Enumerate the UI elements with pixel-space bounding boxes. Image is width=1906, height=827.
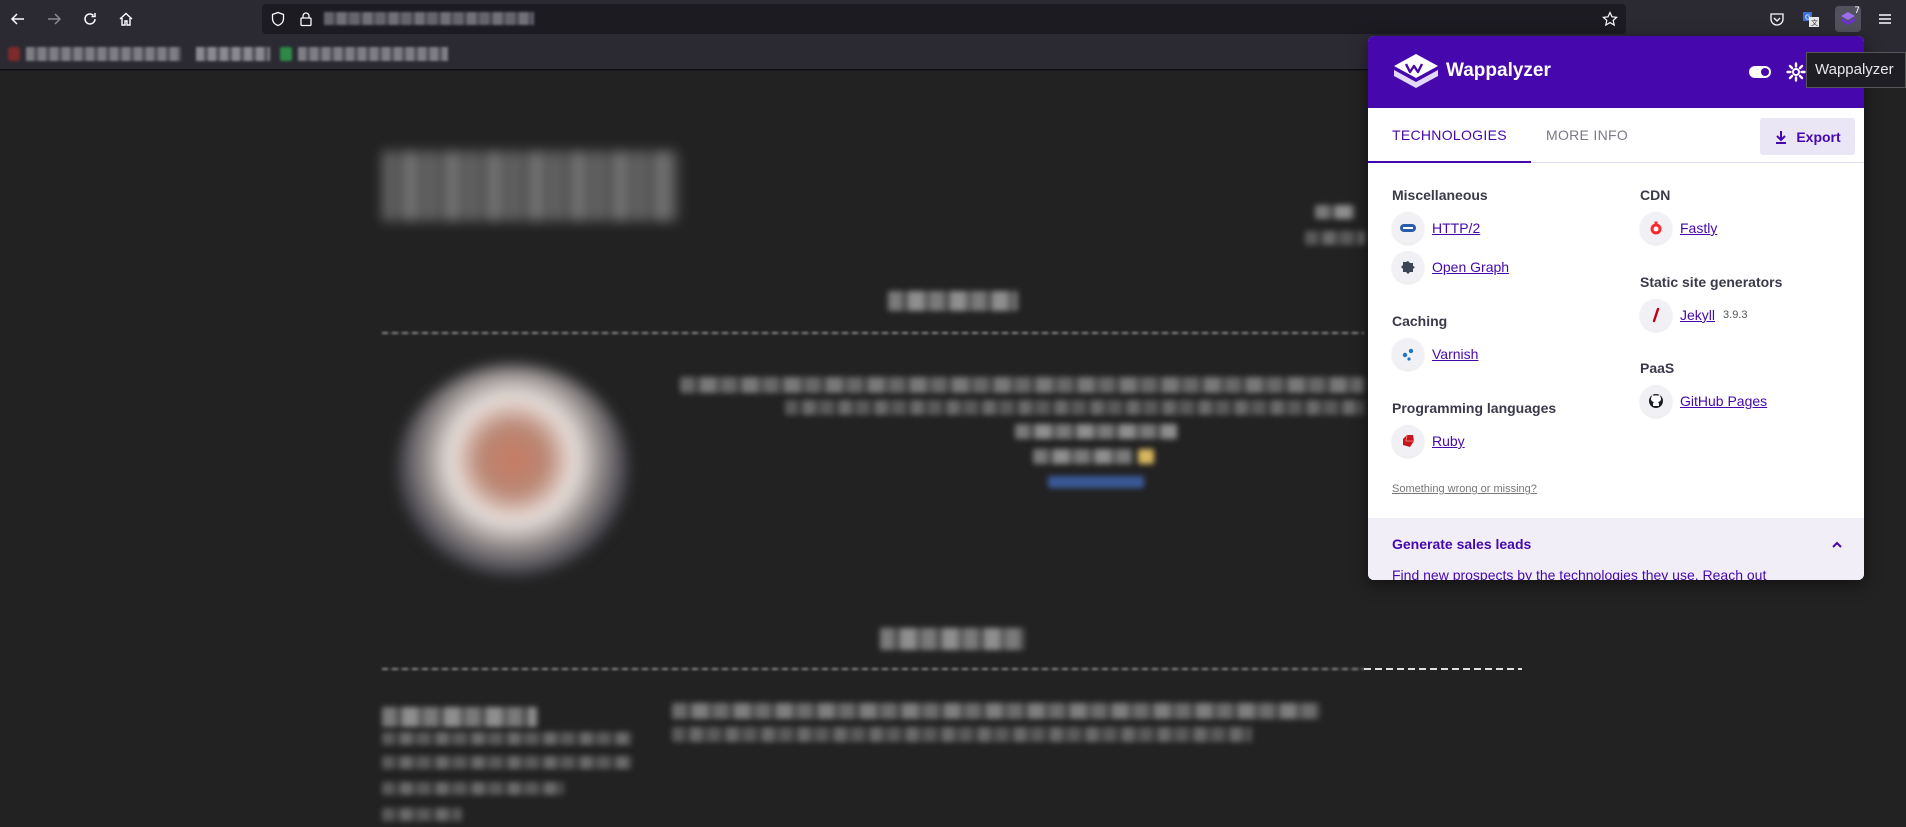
bookmark-item[interactable] [196,47,270,61]
entry-meta-blurred [382,808,462,821]
tech-item-ruby[interactable]: Ruby [1392,425,1465,457]
translate-icon[interactable]: G文 [1798,6,1824,32]
open-graph-icon [1392,251,1424,283]
bio-line-blurred [1033,449,1133,464]
entry-meta-blurred [382,732,632,745]
avatar [398,365,628,575]
entry-text-blurred [672,727,1252,742]
bookmark-item[interactable] [298,47,448,61]
forward-icon[interactable] [42,7,66,31]
bio-line-blurred [1015,424,1177,439]
category-cdn: CDN [1640,187,1671,203]
export-button[interactable]: Export [1760,118,1855,155]
tech-item-http2[interactable]: HTTP/2 [1392,212,1480,244]
ruby-icon [1392,425,1424,457]
nav-link-blurred [1315,205,1355,219]
dashed-divider [1364,668,1522,670]
tech-name[interactable]: Open Graph [1432,259,1509,275]
category-static-site-generators: Static site generators [1640,274,1783,290]
varnish-icon [1392,338,1424,370]
tech-name[interactable]: HTTP/2 [1432,220,1480,236]
lock-icon[interactable] [298,11,314,27]
export-label: Export [1796,128,1841,145]
category-paas: PaaS [1640,360,1675,376]
leads-title[interactable]: Generate sales leads [1392,536,1531,552]
chevron-up-icon[interactable] [1830,538,1844,552]
section-heading-blurred [880,628,1025,650]
popup-header: Wappalyzer [1368,36,1864,108]
wappalyzer-logo-icon [1394,54,1438,88]
feedback-link[interactable]: Something wrong or missing? [1392,483,1537,495]
leads-description: Find new prospects by the technologies t… [1392,567,1767,580]
nav-link-blurred [1305,231,1365,245]
svg-text:文: 文 [1811,18,1818,27]
tech-name[interactable]: Ruby [1432,433,1465,449]
entry-title-blurred [382,707,537,727]
extension-badge: 7 [1854,6,1860,16]
tech-name[interactable]: GitHub Pages [1680,393,1767,409]
tech-item-open-graph[interactable]: Open Graph [1392,251,1509,283]
wappalyzer-popup: Wappalyzer TECHNOLOGIES MORE INFO Export… [1368,36,1864,580]
menu-icon[interactable] [1872,6,1898,32]
address-bar[interactable] [262,4,1626,34]
bookmark-favicon [8,47,20,61]
bio-line-blurred [680,377,1364,393]
divider [382,668,1364,670]
jekyll-icon [1640,299,1672,331]
tech-item-varnish[interactable]: Varnish [1392,338,1478,370]
tech-item-github-pages[interactable]: GitHub Pages [1640,385,1767,417]
emoji-blurred [1138,449,1154,464]
category-programming-languages: Programming languages [1392,400,1557,416]
pocket-icon[interactable] [1764,6,1790,32]
tech-name[interactable]: Fastly [1680,220,1717,236]
tech-name[interactable]: Jekyll [1680,307,1715,323]
fastly-icon [1640,212,1672,244]
browser-toolbar: G文 7 [0,0,1906,38]
svg-text:G: G [1805,14,1810,22]
tech-version: 3.9.3 [1723,309,1748,321]
entry-text-blurred [672,703,1320,719]
tech-item-fastly[interactable]: Fastly [1640,212,1717,244]
category-caching: Caching [1392,313,1448,329]
tab-more-info[interactable]: MORE INFO [1522,108,1652,163]
wappalyzer-extension-icon[interactable]: 7 [1835,6,1861,32]
tab-technologies[interactable]: TECHNOLOGIES [1368,108,1531,163]
tech-item-jekyll[interactable]: Jekyll 3.9.3 [1640,299,1747,331]
category-miscellaneous: Miscellaneous [1392,187,1488,203]
link-blurred[interactable] [1048,476,1144,488]
sales-leads-panel[interactable]: Generate sales leads Find new prospects … [1368,518,1864,580]
github-icon [1640,385,1672,417]
brand-name: Wappalyzer [1446,60,1551,81]
back-icon[interactable] [6,7,30,31]
bio-line-blurred [785,400,1364,415]
download-icon [1776,130,1787,144]
site-title-blurred [382,151,678,221]
tech-name[interactable]: Varnish [1432,346,1478,362]
reload-icon[interactable] [78,7,102,31]
entry-meta-blurred [382,756,632,769]
bookmark-item[interactable] [26,47,181,61]
section-heading-blurred [888,291,1018,311]
gear-icon[interactable] [1786,62,1806,82]
extension-tooltip: Wappalyzer [1806,52,1906,88]
bookmark-star-icon[interactable] [1602,11,1618,27]
divider [382,332,1364,334]
url-text-blurred [324,12,534,25]
home-icon[interactable] [114,7,138,31]
shield-icon[interactable] [270,11,286,27]
bookmark-favicon [280,47,292,61]
entry-meta-blurred [382,782,564,795]
http2-icon [1392,212,1424,244]
enable-toggle[interactable] [1749,66,1771,78]
